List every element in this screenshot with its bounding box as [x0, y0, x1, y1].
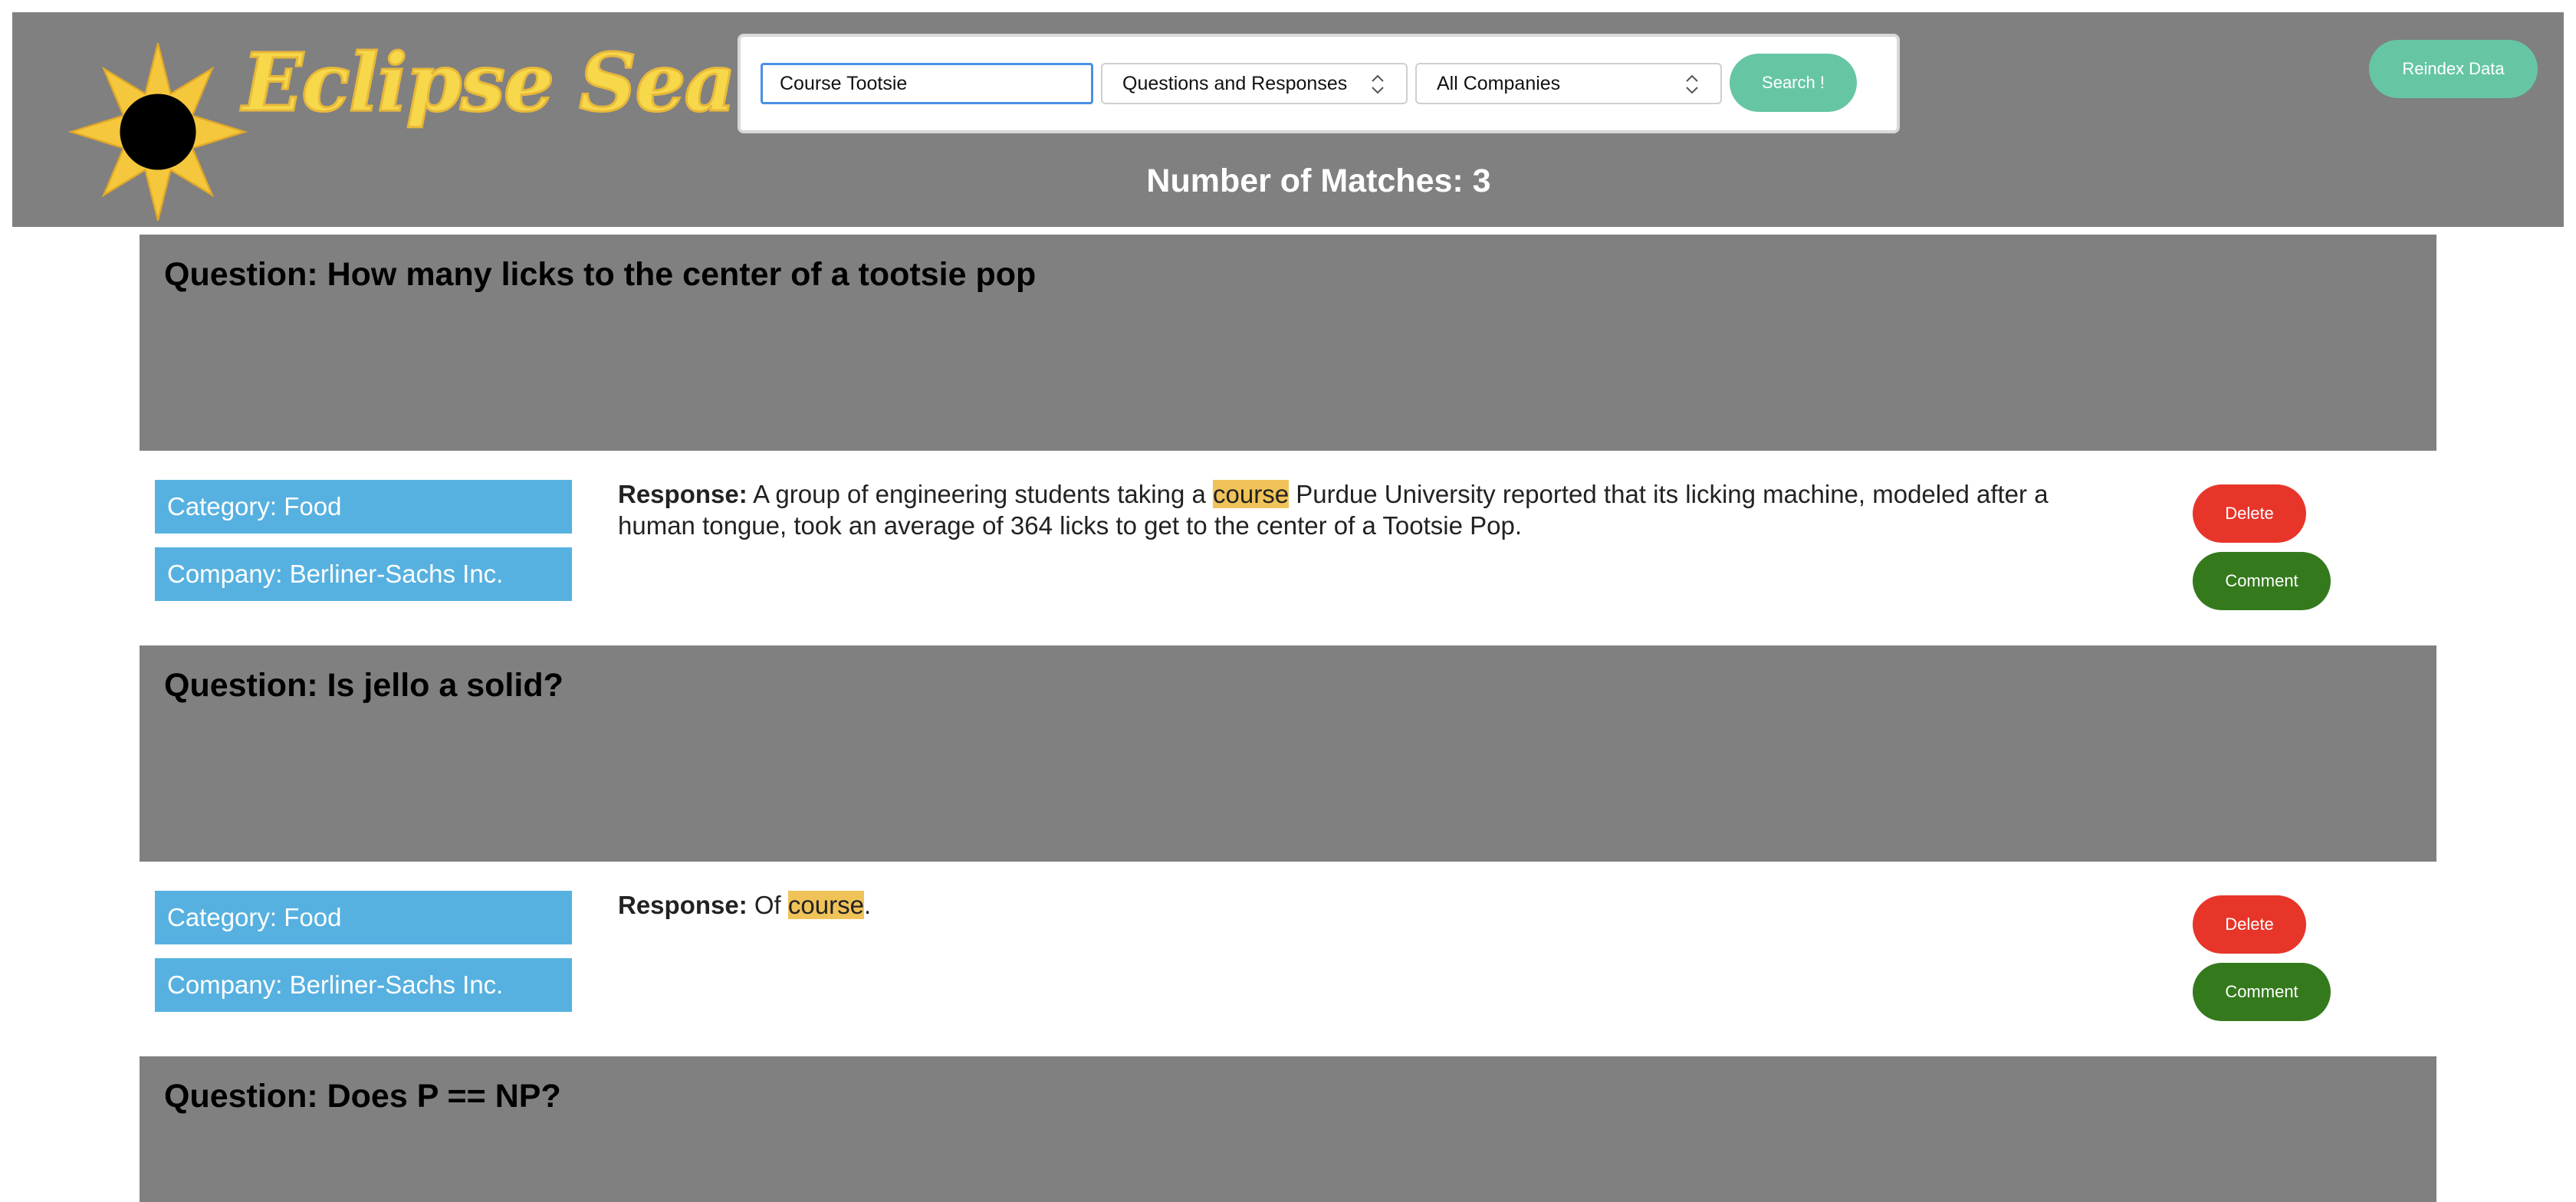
search-highlight: course [787, 891, 864, 919]
response-text-before: Of [747, 891, 788, 919]
company-select[interactable]: All Companies [1415, 63, 1722, 104]
updown-chevron-icon [1686, 74, 1698, 94]
reindex-data-button[interactable]: Reindex Data [2369, 40, 2538, 98]
response-label: Response: [618, 480, 748, 508]
question-panel: Question: Does P == NP? [140, 1056, 2436, 1202]
response-text: Response: A group of engineering student… [618, 478, 2121, 541]
company-select-value: All Companies [1437, 72, 1561, 94]
comment-button[interactable]: Comment [2193, 963, 2331, 1021]
updown-chevron-icon [1372, 74, 1384, 94]
search-panel: Questions and Responses All Companies Se… [738, 34, 1900, 133]
comment-button[interactable]: Comment [2193, 552, 2331, 610]
question-title: Question: Is jello a solid? [164, 667, 564, 704]
question-title: Question: Does P == NP? [164, 1078, 561, 1115]
search-mode-value: Questions and Responses [1122, 72, 1348, 94]
response-text-before: A group of engineering students taking a [747, 480, 1213, 508]
delete-button[interactable]: Delete [2193, 895, 2306, 954]
header-bar: Eclipse Search Questions and Responses A… [12, 12, 2564, 227]
eclipse-sun-icon [67, 43, 248, 221]
response-label: Response: [618, 891, 748, 919]
company-tag: Company: Berliner-Sachs Inc. [155, 547, 572, 601]
delete-button[interactable]: Delete [2193, 484, 2306, 543]
question-panel: Question: Is jello a solid? [140, 645, 2436, 862]
search-highlight: course [1213, 480, 1290, 508]
search-button[interactable]: Search ! [1730, 54, 1857, 112]
question-title: Question: How many licks to the center o… [164, 256, 1037, 293]
response-text: Response: Of course. [618, 889, 2121, 921]
company-tag: Company: Berliner-Sachs Inc. [155, 958, 572, 1012]
search-mode-select[interactable]: Questions and Responses [1101, 63, 1408, 104]
question-panel: Question: How many licks to the center o… [140, 235, 2436, 451]
category-tag: Category: Food [155, 480, 572, 534]
search-input[interactable] [761, 63, 1093, 104]
match-count: Number of Matches: 3 [1146, 163, 1491, 199]
category-tag: Category: Food [155, 891, 572, 944]
response-text-after: . [863, 891, 872, 919]
